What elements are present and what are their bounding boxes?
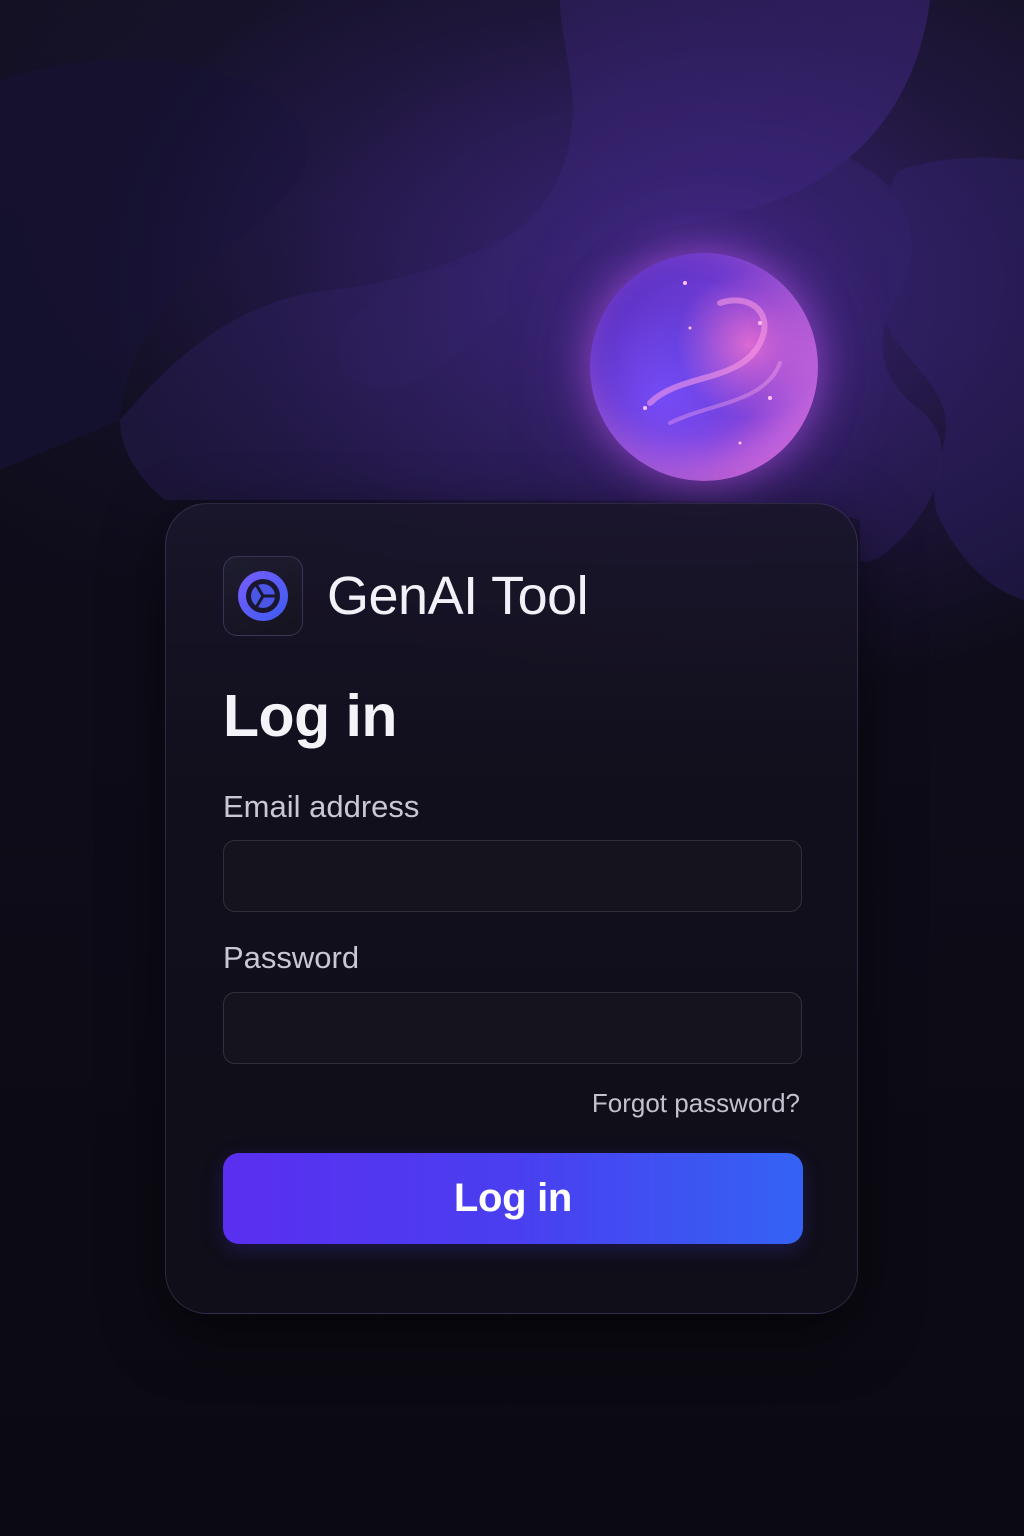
forgot-password-link[interactable]: Forgot password? bbox=[592, 1090, 800, 1116]
login-screen: GenAI Tool Log in Email address Password… bbox=[0, 0, 1024, 1536]
page-title: Log in bbox=[223, 683, 397, 749]
login-button[interactable]: Log in bbox=[223, 1153, 803, 1244]
app-logo bbox=[223, 556, 303, 636]
email-label: Email address bbox=[223, 789, 420, 824]
brand-name: GenAI Tool bbox=[327, 566, 589, 626]
email-field[interactable] bbox=[223, 840, 802, 912]
password-field[interactable] bbox=[223, 992, 802, 1064]
aperture-logo-icon bbox=[238, 571, 288, 621]
orb-swirl-decoration bbox=[643, 281, 782, 445]
password-label: Password bbox=[223, 940, 360, 975]
brand-header: GenAI Tool bbox=[223, 555, 589, 637]
login-card: GenAI Tool Log in Email address Password… bbox=[165, 503, 858, 1314]
